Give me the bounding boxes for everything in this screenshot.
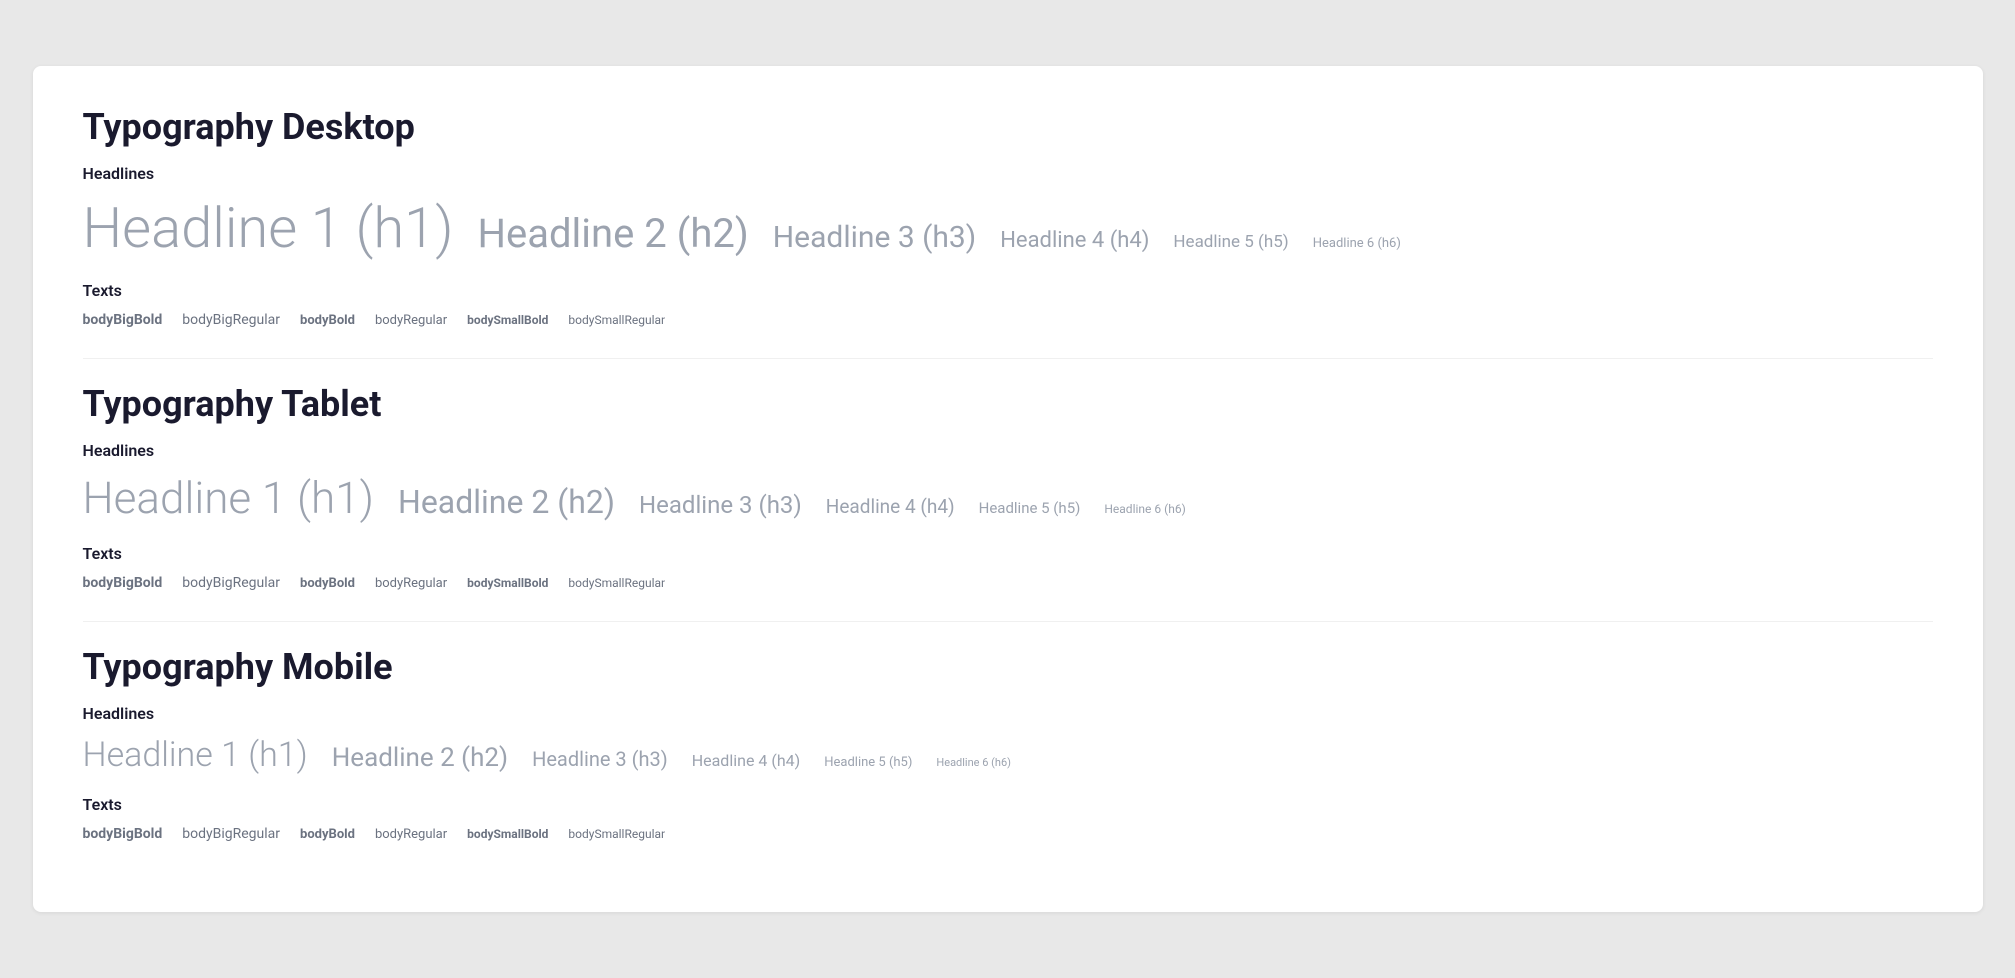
desktop-h2: Headline 2 (h2) (477, 210, 748, 257)
mobile-body-regular: bodyRegular (375, 827, 447, 842)
tablet-texts-row: bodyBigBold bodyBigRegular bodyBold body… (83, 575, 1933, 591)
desktop-headlines-label: Headlines (83, 164, 1933, 183)
tablet-h6: Headline 6 (h6) (1104, 502, 1185, 516)
mobile-texts-label: Texts (83, 795, 1933, 814)
desktop-h3: Headline 3 (h3) (773, 220, 976, 255)
mobile-body-big-regular: bodyBigRegular (182, 826, 280, 842)
desktop-body-small-regular: bodySmallRegular (568, 313, 665, 327)
mobile-texts-row: bodyBigBold bodyBigRegular bodyBold body… (83, 826, 1933, 842)
tablet-body-big-bold: bodyBigBold (83, 575, 163, 591)
mobile-h1: Headline 1 (h1) (83, 735, 308, 775)
tablet-h5: Headline 5 (h5) (979, 499, 1081, 517)
tablet-section-title: Typography Tablet (83, 383, 1933, 425)
tablet-body-big-regular: bodyBigRegular (182, 575, 280, 591)
mobile-h4: Headline 4 (h4) (692, 751, 801, 770)
mobile-body-bold: bodyBold (300, 827, 355, 842)
desktop-texts-label: Texts (83, 281, 1933, 300)
typography-desktop-section: Typography Desktop Headlines Headline 1 … (83, 106, 1933, 328)
mobile-body-small-regular: bodySmallRegular (568, 827, 665, 841)
desktop-headlines-row: Headline 1 (h1) Headline 2 (h2) Headline… (83, 195, 1933, 261)
mobile-h6: Headline 6 (h6) (936, 756, 1011, 769)
mobile-h3: Headline 3 (h3) (532, 747, 668, 771)
mobile-h2: Headline 2 (h2) (332, 743, 508, 773)
desktop-texts-row: bodyBigBold bodyBigRegular bodyBold body… (83, 312, 1933, 328)
desktop-h5: Headline 5 (h5) (1173, 232, 1288, 252)
mobile-h5: Headline 5 (h5) (824, 755, 912, 770)
desktop-h4: Headline 4 (h4) (1000, 228, 1149, 253)
desktop-body-bold: bodyBold (300, 313, 355, 328)
typography-mobile-section: Typography Mobile Headlines Headline 1 (… (83, 646, 1933, 842)
desktop-body-big-regular: bodyBigRegular (182, 312, 280, 328)
tablet-body-bold: bodyBold (300, 576, 355, 591)
mobile-body-big-bold: bodyBigBold (83, 826, 163, 842)
tablet-h2: Headline 2 (h2) (398, 483, 615, 521)
tablet-h4: Headline 4 (h4) (826, 495, 955, 518)
tablet-headlines-row: Headline 1 (h1) Headline 2 (h2) Headline… (83, 472, 1933, 524)
tablet-h3: Headline 3 (h3) (639, 491, 802, 519)
desktop-body-regular: bodyRegular (375, 313, 447, 328)
typography-tablet-section: Typography Tablet Headlines Headline 1 (… (83, 383, 1933, 591)
divider-2 (83, 621, 1933, 622)
divider-1 (83, 358, 1933, 359)
mobile-body-small-bold: bodySmallBold (467, 827, 548, 841)
desktop-h1: Headline 1 (h1) (83, 195, 454, 261)
desktop-body-small-bold: bodySmallBold (467, 313, 548, 327)
main-card: Typography Desktop Headlines Headline 1 … (33, 66, 1983, 912)
tablet-body-small-bold: bodySmallBold (467, 576, 548, 590)
mobile-section-title: Typography Mobile (83, 646, 1933, 688)
tablet-h1: Headline 1 (h1) (83, 472, 374, 524)
desktop-section-title: Typography Desktop (83, 106, 1933, 148)
mobile-headlines-row: Headline 1 (h1) Headline 2 (h2) Headline… (83, 735, 1933, 775)
tablet-headlines-label: Headlines (83, 441, 1933, 460)
tablet-texts-label: Texts (83, 544, 1933, 563)
tablet-body-regular: bodyRegular (375, 576, 447, 591)
desktop-body-big-bold: bodyBigBold (83, 312, 163, 328)
tablet-body-small-regular: bodySmallRegular (568, 576, 665, 590)
desktop-h6: Headline 6 (h6) (1313, 236, 1401, 251)
mobile-headlines-label: Headlines (83, 704, 1933, 723)
